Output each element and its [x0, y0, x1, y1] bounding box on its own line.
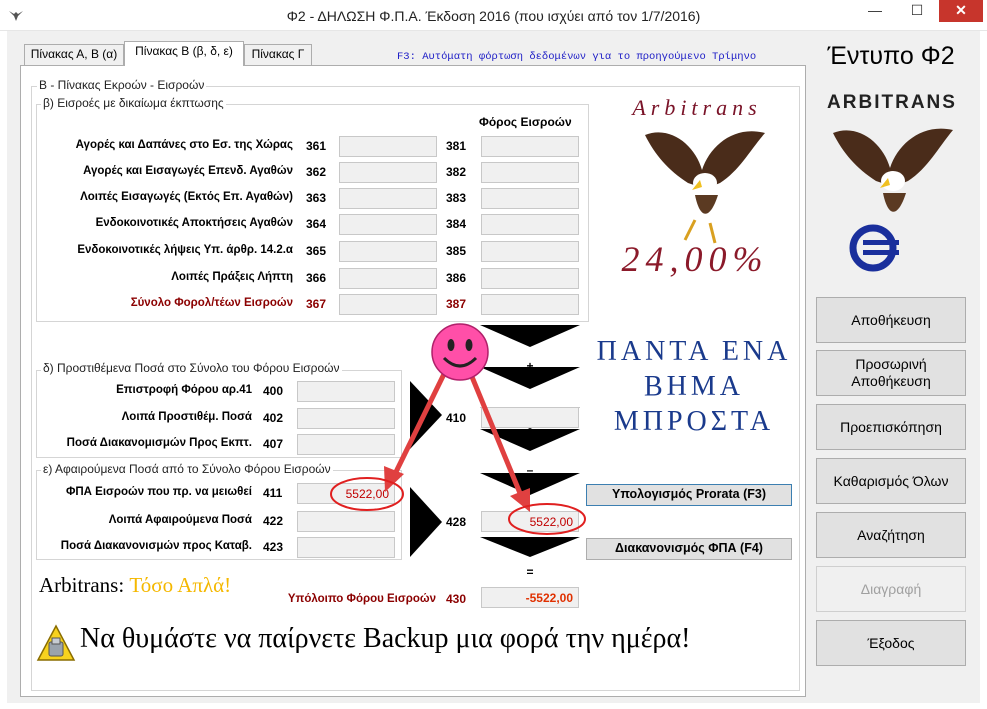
tab-pinakas-b-bde[interactable]: Πίνακας Β (β, δ, ε): [124, 41, 244, 66]
annotation-overlay: [330, 370, 586, 535]
smiley-icon: [430, 322, 490, 382]
